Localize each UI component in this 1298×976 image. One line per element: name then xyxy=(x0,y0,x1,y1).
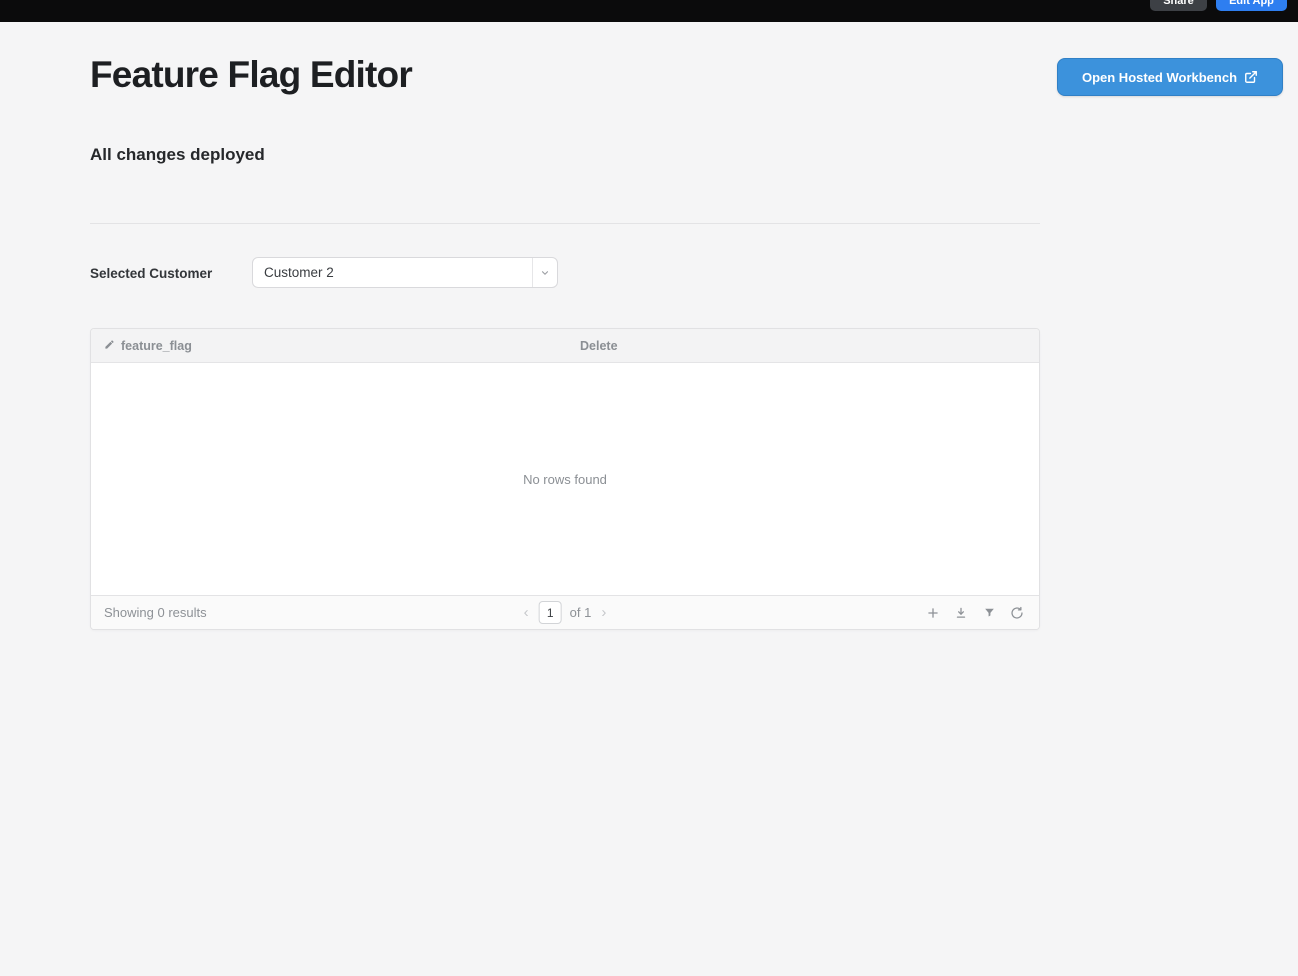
page-title: Feature Flag Editor xyxy=(90,54,412,96)
status-message: All changes deployed xyxy=(90,145,265,165)
filter-button[interactable] xyxy=(978,602,1000,624)
table-header-row: feature_flag Delete xyxy=(91,329,1039,363)
column-header-feature-flag[interactable]: feature_flag xyxy=(91,339,192,353)
customer-select[interactable]: Customer 2 xyxy=(252,257,558,288)
refresh-button[interactable] xyxy=(1006,602,1028,624)
download-icon xyxy=(954,606,968,620)
selected-customer-label: Selected Customer xyxy=(90,266,212,281)
column-header-label: feature_flag xyxy=(121,339,192,353)
chevron-down-icon xyxy=(532,258,557,287)
page-input[interactable] xyxy=(539,601,562,624)
topbar: Share Edit App xyxy=(0,0,1298,22)
results-count: Showing 0 results xyxy=(91,605,207,620)
download-button[interactable] xyxy=(950,602,972,624)
filter-icon xyxy=(983,606,996,619)
divider xyxy=(90,223,1040,224)
pagination: ‹ of 1 › xyxy=(522,601,609,624)
page-count: of 1 xyxy=(570,605,592,620)
pencil-edit-icon xyxy=(104,339,115,353)
prev-page-button[interactable]: ‹ xyxy=(522,603,531,622)
table-footer: Showing 0 results ‹ of 1 › xyxy=(91,595,1039,629)
add-row-button[interactable] xyxy=(922,602,944,624)
feature-flag-table: feature_flag Delete No rows found Showin… xyxy=(90,328,1040,630)
table-toolbar xyxy=(922,602,1028,624)
edit-app-button[interactable]: Edit App xyxy=(1216,0,1287,11)
empty-state-message: No rows found xyxy=(523,472,607,487)
open-hosted-workbench-button[interactable]: Open Hosted Workbench xyxy=(1057,58,1283,96)
share-button[interactable]: Share xyxy=(1150,0,1207,11)
refresh-icon xyxy=(1010,606,1024,620)
column-header-label: Delete xyxy=(580,339,618,353)
workbench-button-label: Open Hosted Workbench xyxy=(1082,70,1237,85)
column-header-delete[interactable]: Delete xyxy=(580,339,618,353)
next-page-button[interactable]: › xyxy=(599,603,608,622)
table-body: No rows found xyxy=(91,363,1039,595)
customer-select-value: Customer 2 xyxy=(253,265,532,280)
external-link-icon xyxy=(1244,70,1258,84)
add-icon xyxy=(926,606,940,620)
